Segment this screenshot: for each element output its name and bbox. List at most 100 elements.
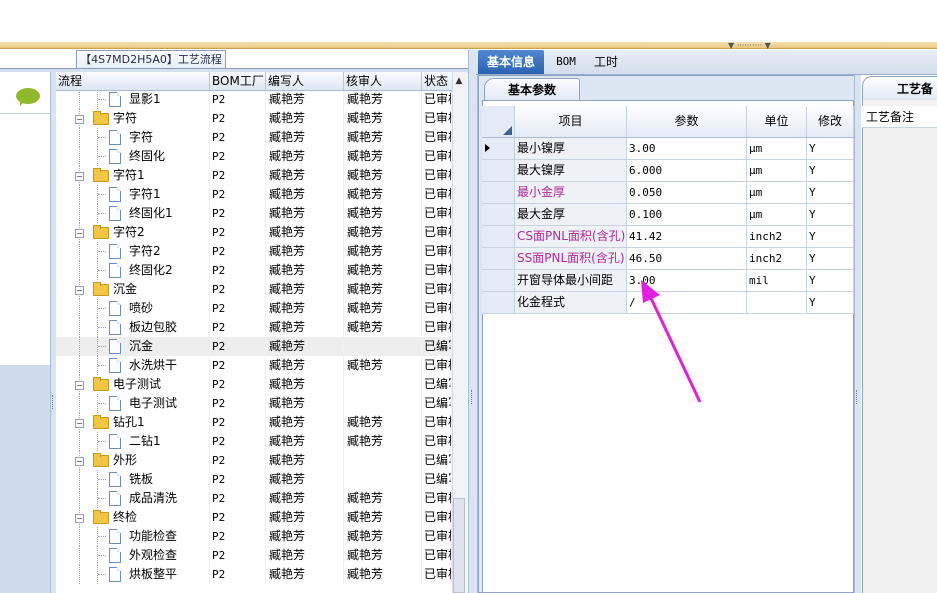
tree-cell-writer: 臧艳芳 bbox=[266, 470, 344, 489]
param-row[interactable]: 最大镍厚 6.000 μm Y bbox=[482, 160, 854, 182]
tree-row[interactable]: −钻孔1P2臧艳芳臧艳芳已审核 bbox=[56, 413, 452, 432]
tree-scroll-thumb[interactable] bbox=[453, 498, 465, 593]
tree-cell-factory: P2 bbox=[210, 299, 266, 318]
scroll-up-arrow-icon[interactable]: ▲ bbox=[452, 74, 466, 88]
col-header-flow[interactable]: 流程 bbox=[56, 72, 210, 90]
tree-cell-status: 已审核 bbox=[422, 280, 452, 299]
tree-cell-factory: P2 bbox=[210, 185, 266, 204]
row-selector-header[interactable] bbox=[482, 106, 515, 137]
tab-basic-params[interactable]: 基本参数 bbox=[484, 78, 580, 101]
process-notes-header[interactable]: 工艺备注 bbox=[862, 106, 937, 128]
tree-row[interactable]: 显影1P2臧艳芳臧艳芳已审核 bbox=[56, 90, 452, 109]
collapse-toggle-icon[interactable]: − bbox=[75, 514, 84, 523]
param-modify-cell: Y bbox=[807, 248, 854, 269]
row-selector[interactable] bbox=[482, 248, 515, 269]
tree-row[interactable]: 外观检查P2臧艳芳臧艳芳已审核 bbox=[56, 546, 452, 565]
col-header-param[interactable]: 参数 bbox=[627, 106, 747, 137]
row-selector[interactable] bbox=[482, 292, 515, 313]
collapse-toggle-icon[interactable]: − bbox=[75, 229, 84, 238]
tree-cell-name: 沉金 bbox=[56, 337, 210, 356]
right-splitter[interactable] bbox=[854, 75, 861, 593]
tree-row[interactable]: − 外形 P2臧艳芳 已编写 bbox=[56, 451, 452, 470]
param-row[interactable]: 最小金厚 0.050 μm Y bbox=[482, 182, 854, 204]
tree-row[interactable]: −字符1P2臧艳芳臧艳芳已审核 bbox=[56, 166, 452, 185]
tree-row[interactable]: 终固化1P2臧艳芳臧艳芳已审核 bbox=[56, 204, 452, 223]
tree-cell-status: 已审核 bbox=[422, 356, 452, 375]
tree-branch-line bbox=[98, 251, 106, 252]
tree-guide-line bbox=[79, 147, 80, 166]
col-header-writer[interactable]: 编写人 bbox=[266, 72, 344, 90]
param-value-cell[interactable]: 41.42 bbox=[627, 226, 747, 247]
tree-row[interactable]: 电子测试 P2臧艳芳 已编写 bbox=[56, 394, 452, 413]
row-selector[interactable] bbox=[482, 160, 515, 181]
tree-row[interactable]: 烘板整平P2臧艳芳臧艳芳已审核 bbox=[56, 565, 452, 584]
tree-row[interactable]: 功能检查P2臧艳芳臧艳芳已审核 bbox=[56, 527, 452, 546]
tree-row[interactable]: 成品清洗P2臧艳芳臧艳芳已审核 bbox=[56, 489, 452, 508]
tree-row[interactable]: −字符P2臧艳芳臧艳芳已审核 bbox=[56, 109, 452, 128]
collapse-toggle-icon[interactable]: − bbox=[75, 381, 84, 390]
param-row[interactable]: SS面PNL面积(含孔) 46.50 inch2 Y bbox=[482, 248, 854, 270]
tree-node-label: 成品清洗 bbox=[129, 491, 178, 505]
param-value-cell[interactable]: 0.100 bbox=[627, 204, 747, 225]
tab-bom[interactable]: BOM bbox=[548, 50, 584, 74]
param-row[interactable]: 开窗导体最小间距 3.00 mil Y bbox=[482, 270, 854, 292]
tree-cell-name: 二钻1 bbox=[56, 432, 210, 451]
tab-work-hours[interactable]: 工时 bbox=[586, 50, 626, 74]
tree-cell-name: 水洗烘干 bbox=[56, 356, 210, 375]
tree-row[interactable]: 终固化2P2臧艳芳臧艳芳已审核 bbox=[56, 261, 452, 280]
process-tree-grid[interactable]: 显影P2臧艳芳臧艳芳已审核显影1P2臧艳芳臧艳芳已审核−字符P2臧艳芳臧艳芳已审… bbox=[56, 72, 466, 593]
param-row[interactable]: 化金程式 / Y bbox=[482, 292, 854, 314]
tree-row[interactable]: 喷砂P2臧艳芳臧艳芳已审核 bbox=[56, 299, 452, 318]
tree-row[interactable]: 水洗烘干P2臧艳芳臧艳芳已审核 bbox=[56, 356, 452, 375]
document-icon bbox=[109, 130, 121, 145]
tree-row[interactable]: 板边包胶P2臧艳芳臧艳芳已审核 bbox=[56, 318, 452, 337]
collapse-toggle-icon[interactable]: − bbox=[75, 419, 84, 428]
collapse-toggle-icon[interactable]: − bbox=[75, 457, 84, 466]
tree-row[interactable]: −沉金P2臧艳芳臧艳芳已审核 bbox=[56, 280, 452, 299]
col-header-unit[interactable]: 单位 bbox=[747, 106, 807, 137]
row-selector[interactable] bbox=[482, 270, 515, 291]
col-header-reviewer[interactable]: 核审人 bbox=[344, 72, 422, 90]
tree-row[interactable]: 终固化P2臧艳芳臧艳芳已审核 bbox=[56, 147, 452, 166]
param-value-cell[interactable]: 6.000 bbox=[627, 160, 747, 181]
param-value-cell[interactable]: 3.00 bbox=[627, 138, 747, 159]
tree-row[interactable]: 铣板 P2臧艳芳 已编写 bbox=[56, 470, 452, 489]
top-splitter-bar[interactable] bbox=[0, 42, 937, 49]
col-header-bom-factory[interactable]: BOM工厂 bbox=[210, 72, 266, 90]
param-value-cell[interactable]: 46.50 bbox=[627, 248, 747, 269]
center-splitter[interactable] bbox=[468, 50, 478, 593]
row-selector[interactable] bbox=[482, 226, 515, 247]
row-selector[interactable] bbox=[482, 204, 515, 225]
tree-row[interactable]: −字符2P2臧艳芳臧艳芳已审核 bbox=[56, 223, 452, 242]
param-item-name: CS面PNL面积(含孔) bbox=[515, 226, 627, 247]
collapse-toggle-icon[interactable]: − bbox=[75, 172, 84, 181]
row-selector[interactable] bbox=[482, 138, 515, 159]
row-selector[interactable] bbox=[482, 182, 515, 203]
tree-row[interactable]: − 电子测试 P2臧艳芳 已编写 bbox=[56, 375, 452, 394]
param-row[interactable]: 最小镍厚 3.00 μm Y bbox=[482, 138, 854, 160]
tree-cell-factory: P2 bbox=[210, 204, 266, 223]
tab-process-notes[interactable]: 工艺备 bbox=[862, 76, 937, 100]
document-icon bbox=[109, 472, 121, 487]
tree-row[interactable]: −终检P2臧艳芳臧艳芳已审核 bbox=[56, 508, 452, 527]
splitter-grip[interactable]: ▼ ·········· ▼ bbox=[728, 42, 792, 50]
tree-cell-reviewer: 臧艳芳 bbox=[344, 147, 422, 166]
collapse-toggle-icon[interactable]: − bbox=[75, 286, 84, 295]
tree-row[interactable]: 二钻1P2臧艳芳臧艳芳已审核 bbox=[56, 432, 452, 451]
param-row[interactable]: CS面PNL面积(含孔) 41.42 inch2 Y bbox=[482, 226, 854, 248]
tree-row[interactable]: 字符2P2臧艳芳臧艳芳已审核 bbox=[56, 242, 452, 261]
collapse-toggle-icon[interactable]: − bbox=[75, 115, 84, 124]
basic-params-grid[interactable]: 项目 参数 单位 修改 最小镍厚 3.00 μm Y 最大镍厚 6.000 μm Y 最小金厚 0… bbox=[482, 106, 854, 314]
param-value-cell[interactable]: 0.050 bbox=[627, 182, 747, 203]
param-row[interactable]: 最大金厚 0.100 μm Y bbox=[482, 204, 854, 226]
tree-row[interactable]: 字符1P2臧艳芳臧艳芳已审核 bbox=[56, 185, 452, 204]
col-header-item[interactable]: 项目 bbox=[515, 106, 627, 137]
tree-row[interactable]: 字符P2臧艳芳臧艳芳已审核 bbox=[56, 128, 452, 147]
tree-row[interactable]: 沉金 P2臧艳芳 已编写 bbox=[56, 337, 452, 356]
tab-basic-info[interactable]: 基本信息 bbox=[478, 50, 544, 74]
param-value-cell[interactable]: / bbox=[627, 292, 747, 313]
col-header-modify[interactable]: 修改 bbox=[807, 106, 854, 137]
chat-bubble-icon[interactable] bbox=[16, 88, 40, 106]
process-flow-tab[interactable]: 【4S7MD2H5A0】工艺流程 bbox=[76, 50, 226, 69]
param-value-cell[interactable]: 3.00 bbox=[627, 270, 747, 291]
